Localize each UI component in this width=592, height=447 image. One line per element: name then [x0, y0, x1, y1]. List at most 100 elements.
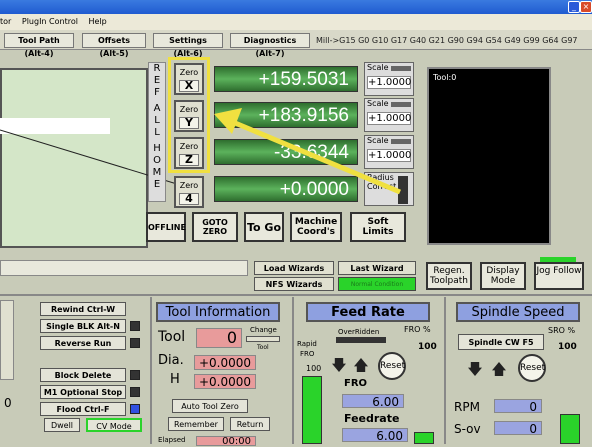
refall-letter: L [154, 127, 160, 138]
flood-button[interactable]: Flood Ctrl-F [40, 402, 126, 416]
left-digit: 0 [4, 396, 12, 410]
overridden-led [336, 337, 386, 343]
h-field[interactable]: +0.0000 [194, 374, 256, 389]
refall-letter: R [153, 63, 161, 74]
tool-label: Tool [158, 329, 186, 345]
progress-strip [0, 260, 248, 276]
feed-rate-title: Feed Rate [306, 302, 430, 322]
block-delete-led [130, 370, 140, 380]
m1-led [130, 387, 140, 397]
menu-item-help[interactable]: Help [89, 17, 107, 26]
tab-tool-path[interactable]: Tool Path (Alt-4) [4, 33, 74, 58]
rapid-label: Rapid [297, 340, 317, 348]
refall-letter: F [154, 87, 160, 98]
rapid-fro-label: FRO [300, 350, 315, 358]
jog-follow-led [540, 257, 576, 262]
fro-field[interactable]: 6.00 [342, 394, 404, 409]
last-wizard-button[interactable]: Last Wizard [338, 261, 416, 275]
refall-letter: A [153, 103, 161, 114]
elapsed-label: Elapsed [158, 436, 186, 444]
nfs-wizards-button[interactable]: NFS Wizards [254, 277, 334, 291]
reverse-run-led [130, 338, 140, 348]
cv-mode-button[interactable]: CV Mode [86, 418, 142, 432]
rpm-field[interactable]: 0 [494, 399, 542, 414]
feed-reset-button[interactable]: Reset [378, 352, 406, 380]
divider [0, 294, 592, 296]
reverse-run-button[interactable]: Reverse Run [40, 336, 126, 350]
scale-value: +1.0000 [367, 76, 412, 89]
tab-offsets[interactable]: Offsets (Alt-5) [82, 33, 146, 58]
dro-x[interactable]: +159.5031 [214, 66, 358, 92]
dia-field[interactable]: +0.0000 [194, 355, 256, 370]
rewind-button[interactable]: Rewind Ctrl-W [40, 302, 126, 316]
dwell-button[interactable]: Dwell [44, 418, 80, 432]
rapid-value: 100 [306, 364, 322, 373]
feedrate-label: Feedrate [344, 412, 400, 425]
left-edge-panel [0, 300, 14, 380]
fro-pct-label: FRO % [404, 325, 431, 334]
elapsed-field: 00:00 [196, 436, 256, 447]
normal-condition-status: Normal Condition [338, 277, 416, 291]
ref-all-home-button[interactable]: R E F A L L H O M E [148, 62, 166, 202]
fro-label: FRO [344, 378, 368, 389]
flood-led [130, 404, 140, 414]
feed-slider[interactable] [414, 432, 434, 444]
annotation-arrow [214, 108, 401, 195]
refall-letter: E [153, 179, 161, 190]
soft-limits-button[interactable]: Soft Limits [350, 212, 406, 242]
refall-letter: L [154, 115, 160, 126]
scale-x[interactable]: Scale +1.0000 [364, 62, 414, 96]
tool-number-field[interactable]: 0 [196, 328, 242, 348]
scale-led [391, 66, 411, 71]
sov-field[interactable]: 0 [494, 421, 542, 436]
menu-item-plugin-control[interactable]: PlugIn Control [22, 17, 78, 26]
sro-pct-label: SRO % [548, 326, 576, 335]
tab-diagnostics[interactable]: Diagnostics (Alt-7) [230, 33, 310, 58]
window-titlebar [0, 0, 592, 14]
tool-display-label: Tool:0 [433, 73, 457, 82]
tab-bar: Tool Path (Alt-4) Offsets (Alt-5) Settin… [0, 30, 592, 58]
menu-bar: tor PlugIn Control Help [0, 14, 592, 30]
spindle-cw-button[interactable]: Spindle CW F5 [458, 334, 544, 350]
spindle-title: Spindle Speed [456, 302, 580, 322]
load-wizards-button[interactable]: Load Wizards [254, 261, 334, 275]
offline-button[interactable]: OFFLINE [146, 212, 186, 242]
scale-label: Scale [367, 63, 389, 72]
zero-axis-label: 4 [179, 193, 199, 205]
gcode-status: Mill->G15 G0 G10 G17 G40 G21 G90 G94 G54… [316, 36, 578, 45]
minimize-icon[interactable]: _ [568, 1, 580, 13]
display-mode-button[interactable]: Display Mode [480, 262, 526, 290]
refall-letter: M [152, 167, 162, 178]
fro-pct-value: 100 [418, 342, 437, 352]
close-icon[interactable]: × [580, 1, 592, 13]
return-button[interactable]: Return [230, 417, 270, 431]
single-block-led [130, 321, 140, 331]
tool-display[interactable]: Tool:0 [427, 67, 551, 245]
change-tool-button[interactable] [246, 336, 280, 342]
tool-info-title: Tool Information [156, 302, 280, 322]
overridden-label: OverRidden [338, 328, 380, 336]
spindle-slider[interactable] [560, 414, 580, 444]
refall-letter: E [153, 75, 161, 86]
regen-toolpath-button[interactable]: Regen. Toolpath [426, 262, 472, 290]
zero-label: Zero [179, 181, 199, 190]
to-go-button[interactable]: To Go [244, 212, 284, 242]
auto-tool-zero-button[interactable]: Auto Tool Zero [172, 399, 248, 413]
tab-settings[interactable]: Settings (Alt-6) [153, 33, 223, 58]
sov-label: S-ov [454, 422, 481, 436]
sro-pct-value: 100 [558, 342, 577, 352]
menu-item-operator[interactable]: tor [0, 17, 11, 26]
single-block-button[interactable]: Single BLK Alt-N [40, 319, 126, 333]
m1-optional-stop-button[interactable]: M1 Optional Stop [40, 385, 126, 399]
remember-button[interactable]: Remember [168, 417, 224, 431]
refall-letter: O [153, 155, 161, 166]
rapid-fro-slider[interactable] [302, 376, 322, 444]
machine-coords-button[interactable]: Machine Coord's [290, 212, 342, 242]
block-delete-button[interactable]: Block Delete [40, 368, 126, 382]
spindle-reset-button[interactable]: Reset [518, 354, 546, 382]
jog-follow-button[interactable]: Jog Follow [534, 262, 584, 290]
h-label: H [170, 372, 180, 387]
goto-zero-button[interactable]: GOTO ZERO [192, 212, 238, 242]
feedrate-field[interactable]: 6.00 [342, 428, 408, 443]
change-tool-label: Tool [257, 344, 269, 351]
